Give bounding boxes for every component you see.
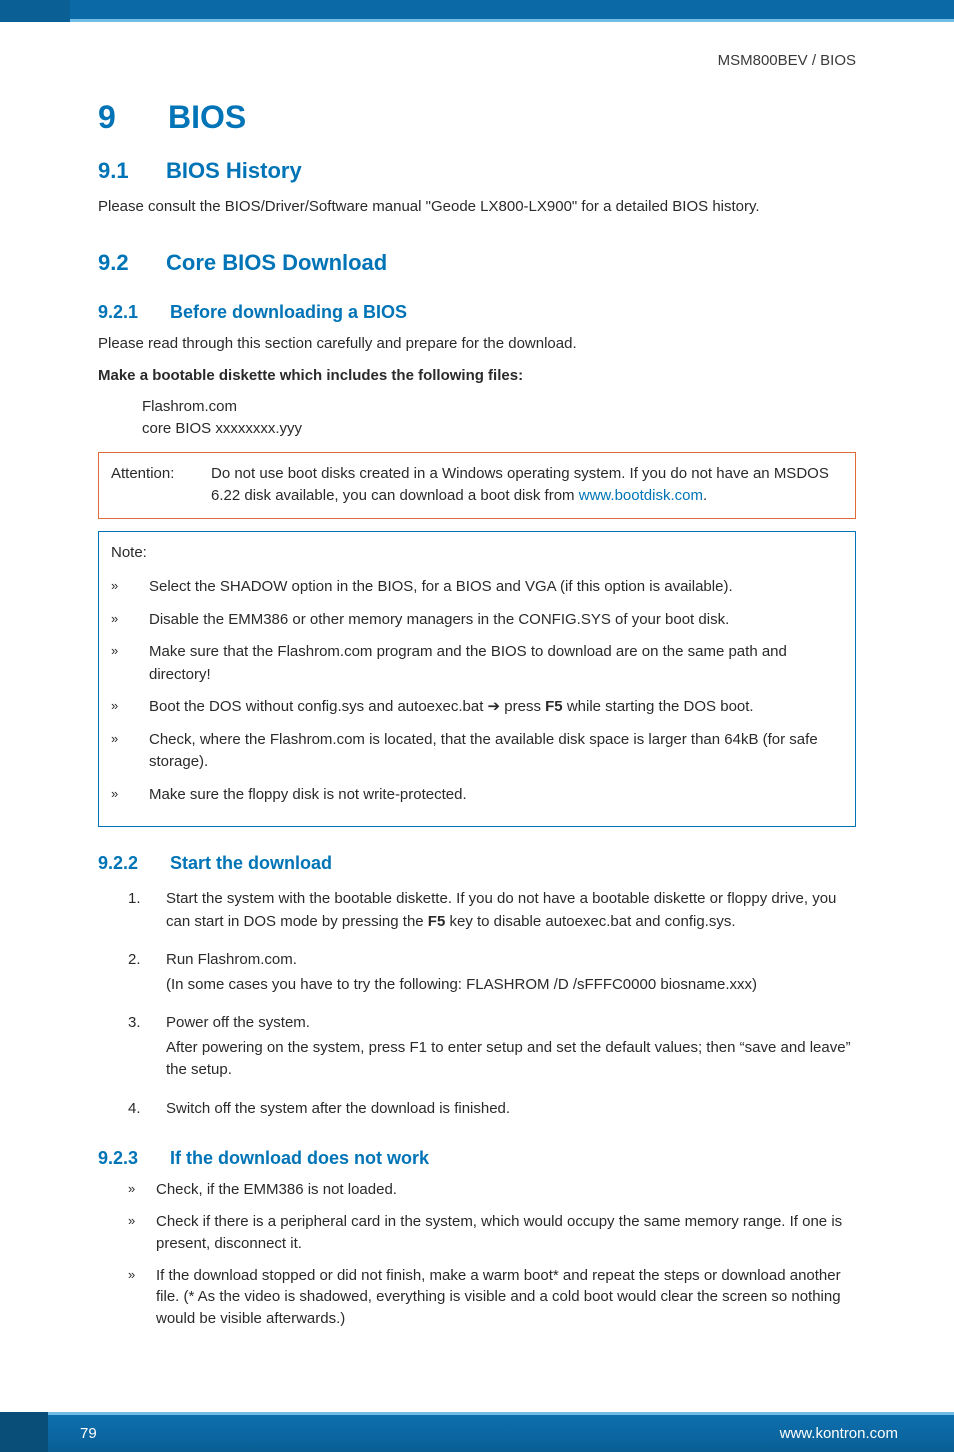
note-text: Select the SHADOW option in the BIOS, fo… <box>149 576 843 599</box>
subsection-heading: 9.2.3 If the download does not work <box>98 1148 856 1169</box>
section-title: Core BIOS Download <box>166 250 387 276</box>
file-item: core BIOS xxxxxxxx.yyy <box>142 418 856 440</box>
chevron-icon: » <box>128 1265 148 1330</box>
chevron-icon: » <box>111 784 141 807</box>
step-line: Switch off the system after the download… <box>166 1098 856 1121</box>
top-notch <box>0 0 70 22</box>
note-text: Make sure the floppy disk is not write-p… <box>149 784 843 807</box>
step-number: 1. <box>128 888 156 935</box>
file-list: Flashrom.com core BIOS xxxxxxxx.yyy <box>142 396 856 440</box>
chevron-icon: » <box>111 729 141 774</box>
attention-body: Do not use boot disks created in a Windo… <box>211 463 843 508</box>
note-text: Make sure that the Flashrom.com program … <box>149 641 843 686</box>
chevron-icon: » <box>111 576 141 599</box>
attention-text: Do not use boot disks created in a Windo… <box>211 465 829 505</box>
section-number: 9.2 <box>98 250 142 276</box>
note-title: Note: <box>111 542 843 565</box>
key-f5: F5 <box>545 698 563 715</box>
top-band <box>0 0 954 22</box>
step-number: 3. <box>128 1012 156 1084</box>
chevron-icon: » <box>128 1179 148 1201</box>
step-line: Power off the system. <box>166 1012 856 1035</box>
attention-text-post: . <box>703 487 707 504</box>
subsection-heading: 9.2.1 Before downloading a BIOS <box>98 302 856 323</box>
paragraph-bold: Make a bootable diskette which includes … <box>98 365 856 387</box>
note-item: » Disable the EMM386 or other memory man… <box>111 609 843 632</box>
step-number: 4. <box>128 1098 156 1123</box>
step-text: Power off the system. After powering on … <box>166 1012 856 1084</box>
step-line: After powering on the system, press F1 t… <box>166 1037 856 1082</box>
subsection-title: If the download does not work <box>170 1148 429 1169</box>
list-item: » Check, if the EMM386 is not loaded. <box>128 1179 856 1201</box>
running-header: MSM800BEV / BIOS <box>98 52 856 69</box>
footer-bar: 79 www.kontron.com <box>48 1412 954 1452</box>
note-text: Disable the EMM386 or other memory manag… <box>149 609 843 632</box>
note-item: » Make sure that the Flashrom.com progra… <box>111 641 843 686</box>
bootdisk-link[interactable]: www.bootdisk.com <box>579 487 703 504</box>
step-line: Run Flashrom.com. <box>166 949 856 972</box>
paragraph: Please consult the BIOS/Driver/Software … <box>98 196 856 218</box>
step-line-post: key to disable autoexec.bat and config.s… <box>445 913 735 930</box>
arrow-icon: ➔ <box>488 698 501 715</box>
subsection-title: Start the download <box>170 853 332 874</box>
subsection-title: Before downloading a BIOS <box>170 302 407 323</box>
note-text-mid: press <box>500 698 545 715</box>
section-number: 9.1 <box>98 158 142 184</box>
footer-url[interactable]: www.kontron.com <box>780 1425 898 1442</box>
step-number: 2. <box>128 949 156 998</box>
note-list: » Select the SHADOW option in the BIOS, … <box>111 576 843 806</box>
note-box: Note: » Select the SHADOW option in the … <box>98 531 856 828</box>
chapter-number: 9 <box>98 99 138 136</box>
chapter-title: BIOS <box>168 99 246 136</box>
subsection-number: 9.2.3 <box>98 1148 152 1169</box>
chevron-icon: » <box>111 609 141 632</box>
note-text: Boot the DOS without config.sys and auto… <box>149 696 843 719</box>
note-text: Check, where the Flashrom.com is located… <box>149 729 843 774</box>
attention-box: Attention: Do not use boot disks created… <box>98 452 856 519</box>
note-text-post: while starting the DOS boot. <box>563 698 754 715</box>
key-f5: F5 <box>428 913 446 930</box>
chevron-icon: » <box>111 641 141 686</box>
note-item: » Select the SHADOW option in the BIOS, … <box>111 576 843 599</box>
step-text: Switch off the system after the download… <box>166 1098 856 1123</box>
footer: 79 www.kontron.com <box>0 1400 954 1452</box>
subsection-heading: 9.2.2 Start the download <box>98 853 856 874</box>
note-item: » Make sure the floppy disk is not write… <box>111 784 843 807</box>
ordered-steps: 1. Start the system with the bootable di… <box>128 888 856 1122</box>
chevron-icon: » <box>128 1211 148 1255</box>
section-heading: 9.2 Core BIOS Download <box>98 250 856 276</box>
step-item: 2. Run Flashrom.com. (In some cases you … <box>128 949 856 998</box>
step-item: 4. Switch off the system after the downl… <box>128 1098 856 1123</box>
note-item: » Boot the DOS without config.sys and au… <box>111 696 843 719</box>
chapter-heading: 9 BIOS <box>98 99 856 136</box>
step-line: (In some cases you have to try the follo… <box>166 974 856 997</box>
chevron-icon: » <box>111 696 141 719</box>
page-number: 79 <box>80 1425 97 1442</box>
paragraph: Please read through this section careful… <box>98 333 856 355</box>
attention-label: Attention: <box>111 463 201 508</box>
section-title: BIOS History <box>166 158 302 184</box>
footer-notch <box>0 1412 48 1452</box>
note-item: » Check, where the Flashrom.com is locat… <box>111 729 843 774</box>
step-item: 1. Start the system with the bootable di… <box>128 888 856 935</box>
list-text: Check, if the EMM386 is not loaded. <box>156 1179 856 1201</box>
subsection-number: 9.2.1 <box>98 302 152 323</box>
list-item: » Check if there is a peripheral card in… <box>128 1211 856 1255</box>
troubleshoot-list: » Check, if the EMM386 is not loaded. » … <box>128 1179 856 1330</box>
step-item: 3. Power off the system. After powering … <box>128 1012 856 1084</box>
list-text: Check if there is a peripheral card in t… <box>156 1211 856 1255</box>
note-text-pre: Boot the DOS without config.sys and auto… <box>149 698 488 715</box>
step-text: Start the system with the bootable diske… <box>166 888 856 935</box>
page-content: MSM800BEV / BIOS 9 BIOS 9.1 BIOS History… <box>0 22 954 1400</box>
list-text: If the download stopped or did not finis… <box>156 1265 856 1330</box>
subsection-number: 9.2.2 <box>98 853 152 874</box>
file-item: Flashrom.com <box>142 396 856 418</box>
step-text: Run Flashrom.com. (In some cases you hav… <box>166 949 856 998</box>
list-item: » If the download stopped or did not fin… <box>128 1265 856 1330</box>
section-heading: 9.1 BIOS History <box>98 158 856 184</box>
